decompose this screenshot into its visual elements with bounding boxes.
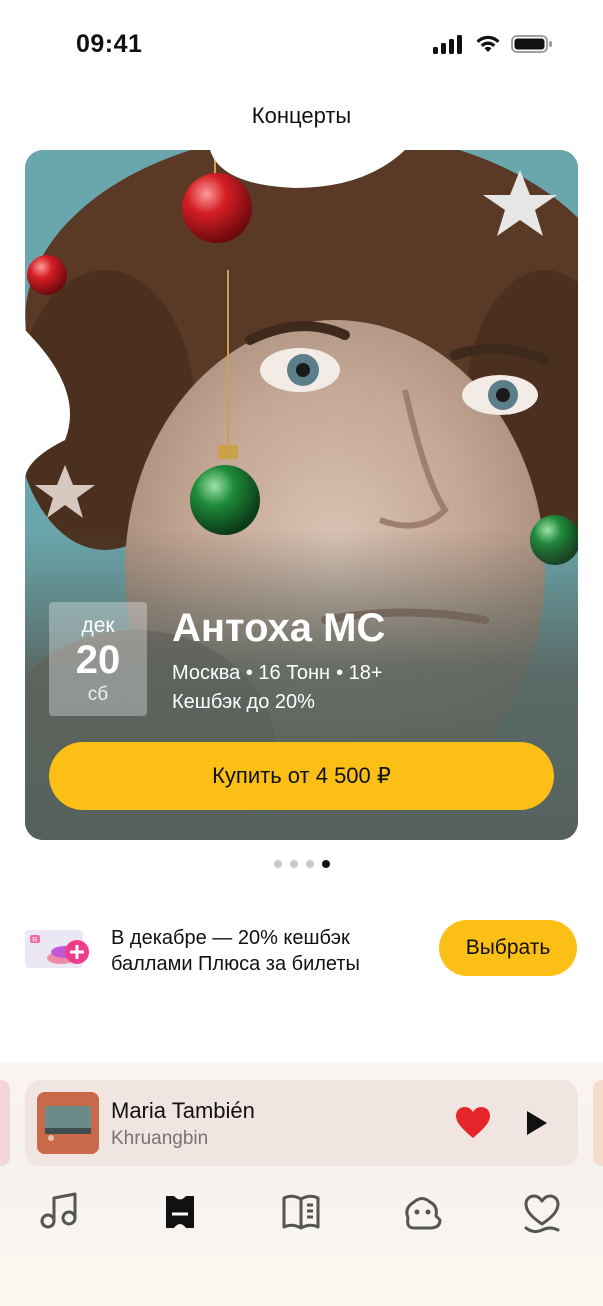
next-track-card[interactable] (593, 1080, 603, 1166)
pager-dot[interactable] (273, 860, 282, 868)
track-title: Maria También (111, 1098, 255, 1123)
page-title: Концерты (251, 103, 352, 128)
cellular-signal-icon (433, 35, 462, 54)
concert-card[interactable]: дек 20 сб Антоха МС Москва • 16 Тонн • 1… (25, 150, 578, 840)
album-cover (37, 1092, 99, 1154)
kids-icon[interactable] (400, 1190, 444, 1234)
status-icons (433, 34, 553, 54)
prev-track-card[interactable] (0, 1080, 10, 1166)
wifi-icon (476, 35, 500, 52)
pager-dot[interactable] (305, 860, 314, 868)
choose-button[interactable]: Выбрать (439, 920, 577, 976)
book-icon[interactable] (280, 1190, 324, 1234)
event-weekday: сб (87, 684, 109, 705)
age-rating: • 18+ (336, 662, 383, 684)
event-date: дек 20 сб (49, 602, 147, 716)
carousel-pager (0, 860, 603, 868)
event-month: дек (81, 614, 115, 637)
pager-dot[interactable] (289, 860, 298, 868)
music-note-icon[interactable] (38, 1190, 82, 1234)
track-artist[interactable]: Khruangbin (111, 1128, 208, 1150)
heart-wave-icon[interactable] (520, 1190, 564, 1234)
play-icon[interactable] (521, 1108, 551, 1138)
artist-name: Антоха МС (172, 606, 386, 650)
status-bar: 09:41 (0, 0, 603, 90)
status-time: 09:41 (76, 30, 143, 58)
concert-photo (25, 150, 578, 840)
ticket-icon[interactable] (158, 1190, 202, 1234)
bottom-nav (0, 1190, 603, 1242)
event-details: Москва • 16 Тонн • 18+ (172, 662, 383, 685)
plus-card-icon: Я (25, 930, 89, 968)
battery-icon (511, 35, 552, 53)
buy-ticket-button[interactable]: Купить от 4 500 ₽ (49, 742, 554, 810)
cashback-text: Кешбэк до 20% (172, 691, 315, 713)
svg-text:Я: Я (32, 937, 37, 944)
mini-player[interactable]: Maria También Khruangbin (25, 1080, 578, 1166)
album-art-image (37, 1092, 99, 1154)
promo-text: В декабре — 20% кешбэк баллами Плюса за … (111, 927, 360, 975)
event-venue: Москва • 16 Тонн (172, 662, 331, 684)
event-day: 20 (75, 638, 121, 682)
like-heart-icon[interactable] (455, 1106, 491, 1140)
pager-dot-active[interactable] (321, 860, 330, 868)
